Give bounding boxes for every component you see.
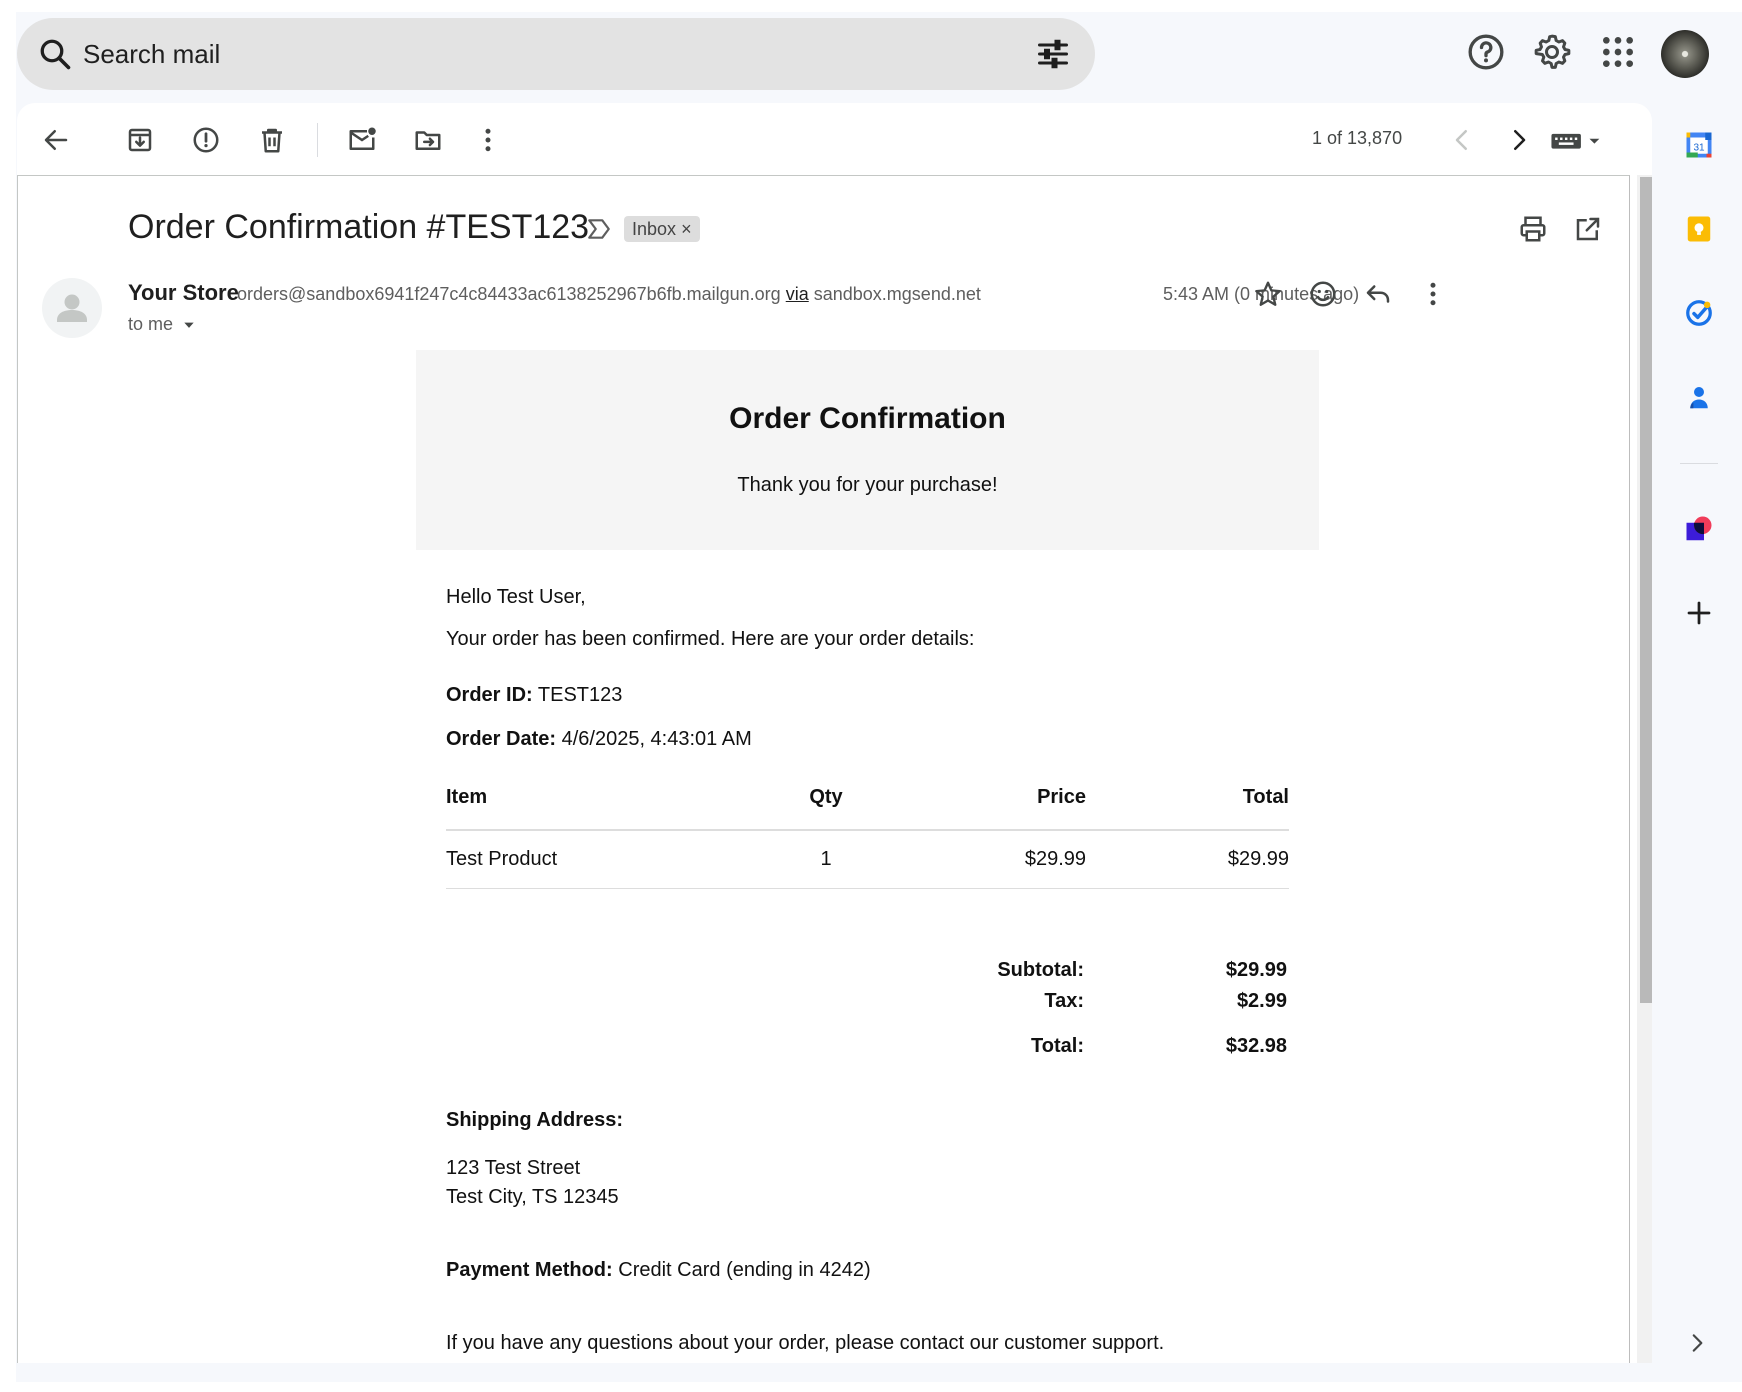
addon-app-icon[interactable] [1684,514,1714,544]
table-cell-price: $29.99 [1024,848,1086,870]
message-panel: 1 of 13,870 Order Confirmation #TEST123 … [17,103,1652,1363]
via-link[interactable]: via [786,284,809,304]
add-addon-plus-icon[interactable] [1684,598,1714,628]
add-reaction-icon[interactable] [1308,279,1338,309]
recipient-details-toggle[interactable]: to me [128,314,196,335]
apps-grid-icon[interactable] [1598,32,1638,72]
sender-address: orders@sandbox6941f247c4c84433ac61382529… [237,284,781,304]
delete-trash-icon[interactable] [257,125,287,155]
total-value: $32.98 [1225,1035,1287,1057]
more-vert-icon[interactable] [473,125,503,155]
help-icon[interactable] [1466,32,1506,72]
col-header-item: Item [446,786,488,808]
settings-gear-icon[interactable] [1532,32,1572,72]
shipping-line-2: Test City, TS 12345 [446,1186,619,1208]
reply-icon[interactable] [1363,279,1393,309]
intro-text: Your order has been confirmed. Here are … [446,628,975,650]
calendar-day: 31 [1693,143,1705,154]
keep-app-icon[interactable] [1684,214,1714,244]
subtotal-label: Subtotal: [997,959,1084,981]
person-silhouette-icon [57,294,87,322]
print-icon[interactable] [1518,214,1548,244]
table-cell-total: $29.99 [1227,848,1289,870]
tasks-app-icon[interactable] [1684,298,1714,328]
col-header-price: Price [1037,786,1086,808]
expand-side-panel-icon[interactable] [1684,1330,1710,1356]
contacts-app-icon[interactable] [1684,382,1714,412]
account-avatar[interactable] [1661,30,1709,78]
footer-text: If you have any questions about your ord… [446,1332,1165,1354]
archive-icon[interactable] [125,125,155,155]
message-more-vert-icon[interactable] [1418,279,1448,309]
remove-label-button[interactable]: × [681,219,692,239]
table-cell-item: Test Product [446,848,558,870]
sender-email: orders@sandbox6941f247c4c84433ac61382529… [237,284,981,305]
keyboard-input-icon[interactable] [1549,125,1603,155]
label-text: Inbox [632,219,677,239]
subtotal-value: $29.99 [1225,959,1287,981]
message-subject: Order Confirmation #TEST123 [128,208,590,246]
move-to-folder-icon[interactable] [413,125,443,155]
message-content: Order Confirmation #TEST123 Inbox × Your… [17,175,1630,1363]
payment-label: Payment Method: [446,1259,613,1281]
col-header-qty: Qty [809,786,843,808]
via-domain: sandbox.mgsend.net [813,284,981,304]
importance-marker-icon[interactable] [586,216,612,242]
search-input[interactable]: Search mail [83,36,220,72]
order-date: Order Date: 4/6/2025, 4:43:01 AM [446,728,752,751]
col-header-total: Total [1242,786,1289,808]
left-edge [0,0,16,1392]
newer-chevron-left-icon[interactable] [1447,125,1477,155]
tax-value: $2.99 [1236,990,1287,1012]
table-cell-qty: 1 [820,848,832,870]
bottom-edge [0,1382,1742,1392]
order-date-label: Order Date: [446,728,557,750]
back-arrow-icon[interactable] [41,125,71,155]
star-icon[interactable] [1253,279,1283,309]
table-header-divider [446,829,1289,831]
total-label: Total: [1031,1035,1084,1057]
rail-divider [1680,463,1718,464]
sender-avatar[interactable] [42,278,102,338]
search-icon[interactable] [37,36,73,72]
sender-name[interactable]: Your Store [128,280,239,306]
payment-method: Payment Method: Credit Card (ending in 4… [446,1259,871,1282]
email-banner-title: Order Confirmation [729,402,1006,435]
toolbar-divider [317,123,318,157]
caret-down-icon[interactable] [182,318,196,332]
payment-value: Credit Card (ending in 4242) [618,1259,871,1281]
order-id: Order ID: TEST123 [446,684,622,707]
message-toolbar: 1 of 13,870 [17,103,1652,175]
mark-unread-icon[interactable] [347,125,377,155]
top-edge [0,0,1742,12]
calendar-app-icon[interactable]: 31 [1684,130,1714,160]
older-chevron-right-icon[interactable] [1504,125,1534,155]
email-header-banner: Order Confirmation Thank you for your pu… [416,350,1319,550]
search-bar[interactable]: Search mail [17,18,1095,90]
order-date-value: 4/6/2025, 4:43:01 AM [561,728,752,750]
shipping-label: Shipping Address: [446,1109,624,1131]
shipping-line-1: 123 Test Street [446,1157,581,1179]
recipient-text: to me [128,314,174,334]
table-row-divider [446,888,1289,889]
tax-label: Tax: [1044,990,1084,1012]
message-count: 1 of 13,870 [1312,128,1403,148]
scrollbar-thumb[interactable] [1640,177,1652,1003]
inbox-label-chip[interactable]: Inbox × [624,216,700,242]
search-options-icon[interactable] [1035,36,1071,72]
greeting: Hello Test User, [446,586,586,608]
message-scrollbar[interactable] [1637,175,1652,1363]
open-in-new-window-icon[interactable] [1573,214,1603,244]
order-id-label: Order ID: [446,684,533,706]
email-banner-subtitle: Thank you for your purchase! [737,474,998,496]
report-spam-icon[interactable] [191,125,221,155]
order-id-value: TEST123 [537,684,623,706]
